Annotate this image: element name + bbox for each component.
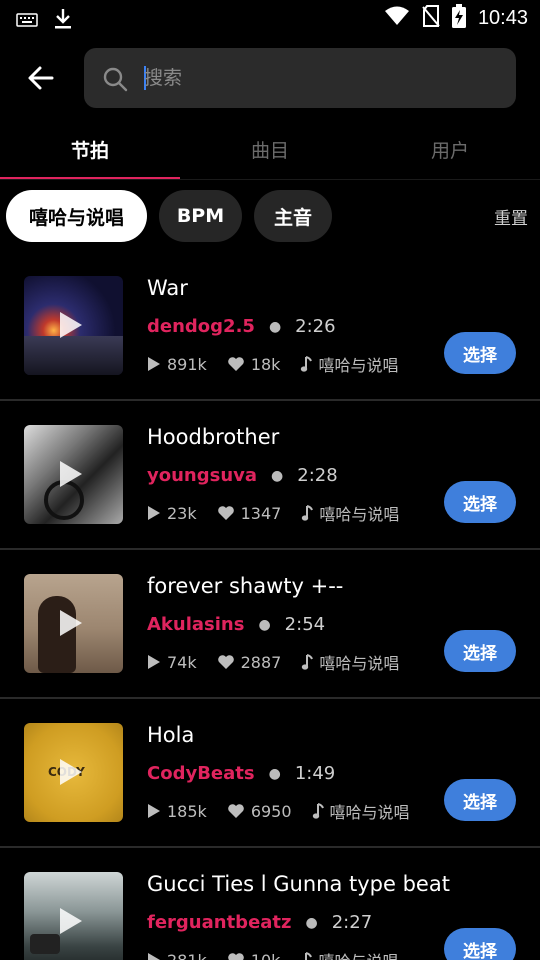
beat-title: Hola xyxy=(147,723,195,747)
play-count: 281k xyxy=(167,950,207,960)
duration: 2:26 xyxy=(295,316,336,337)
search-header xyxy=(0,36,540,124)
like-count: 10k xyxy=(250,950,281,960)
chip-key[interactable]: 主音 xyxy=(254,190,332,242)
music-note-icon xyxy=(301,356,313,372)
artist-link[interactable]: dendog2.5 xyxy=(147,316,255,337)
play-count: 185k xyxy=(167,801,207,821)
play-count-icon xyxy=(148,804,160,818)
artist-link[interactable]: Akulasins xyxy=(147,614,244,635)
like-count: 18k xyxy=(250,354,281,374)
artist-link[interactable]: ferguantbeatz xyxy=(147,912,292,933)
duration: 2:28 xyxy=(297,465,338,486)
heart-icon xyxy=(217,655,234,669)
download-icon xyxy=(54,8,72,34)
tab-beats[interactable]: 节拍 xyxy=(0,136,180,163)
like-count: 2887 xyxy=(240,652,282,672)
cover-image xyxy=(24,276,123,375)
genre-label: 嘻哈与说唱 xyxy=(329,803,410,822)
select-button[interactable]: 选择 xyxy=(444,928,516,960)
play-count-icon xyxy=(148,953,160,960)
battery-charging-icon xyxy=(451,4,466,32)
heart-icon xyxy=(228,804,244,818)
cover-image xyxy=(24,872,123,960)
cover-image: CODY xyxy=(24,723,123,822)
play-icon xyxy=(60,908,82,934)
cover-image xyxy=(24,574,123,673)
cover-image xyxy=(24,425,123,524)
chip-genre[interactable]: 嘻哈与说唱 xyxy=(6,190,147,242)
artist-link[interactable]: CodyBeats xyxy=(147,763,255,784)
arrow-left-icon xyxy=(28,66,54,90)
select-button[interactable]: 选择 xyxy=(444,630,516,672)
tab-indicator xyxy=(0,177,180,179)
reset-button[interactable]: 重置 xyxy=(494,204,528,229)
separator-dot: ● xyxy=(268,318,282,335)
tab-users[interactable]: 用户 xyxy=(360,136,540,163)
play-icon xyxy=(60,610,82,636)
genre-label: 嘻哈与说唱 xyxy=(319,505,400,524)
search-box[interactable] xyxy=(84,48,516,108)
play-count: 23k xyxy=(167,503,197,523)
separator-dot: ● xyxy=(271,467,284,484)
like-count: 6950 xyxy=(250,801,292,821)
separator-dot: ● xyxy=(268,765,281,782)
play-icon xyxy=(60,759,82,785)
play-count-icon xyxy=(148,357,160,371)
filter-bar: 嘻哈与说唱 BPM 主音 重置 xyxy=(0,190,540,242)
select-button[interactable]: 选择 xyxy=(444,481,516,523)
tab-tracks[interactable]: 曲目 xyxy=(180,136,360,163)
play-icon xyxy=(60,461,82,487)
back-button[interactable] xyxy=(24,60,60,96)
separator-dot: ● xyxy=(305,914,318,931)
heart-icon xyxy=(217,506,234,520)
genre-label: 嘻哈与说唱 xyxy=(318,948,398,960)
keyboard-icon xyxy=(16,12,38,31)
wifi-icon xyxy=(384,6,410,30)
list-item[interactable]: forever shawty +-- Akulasins ● 2:54 74k … xyxy=(0,550,540,699)
music-note-icon xyxy=(305,952,313,960)
beat-title: War xyxy=(147,276,188,300)
play-count: 74k xyxy=(167,652,197,672)
beat-title: Hoodbrother xyxy=(147,425,280,449)
beat-title: Gucci Ties l Gunna type beat xyxy=(147,872,450,896)
no-sim-icon xyxy=(422,5,440,31)
status-bar: 10:43 xyxy=(0,0,540,36)
play-count-icon xyxy=(148,655,160,669)
list-item[interactable]: War dendog2.5 ● 2:26 891k 18k 嘻哈与说唱 选择 xyxy=(0,252,540,401)
duration: 1:49 xyxy=(294,763,336,784)
genre-label: 嘻哈与说唱 xyxy=(319,654,400,673)
artist-link[interactable]: youngsuva xyxy=(147,465,257,486)
duration: 2:54 xyxy=(284,614,326,635)
genre-label: 嘻哈与说唱 xyxy=(318,356,399,375)
search-input[interactable] xyxy=(144,48,504,108)
music-note-icon xyxy=(312,803,324,819)
like-count: 1347 xyxy=(240,503,282,523)
separator-dot: ● xyxy=(258,616,271,633)
beat-title: forever shawty +-- xyxy=(147,574,344,598)
list-item[interactable]: CODY Hola CodyBeats ● 1:49 185k 6950 嘻哈与… xyxy=(0,699,540,848)
heart-icon xyxy=(228,953,244,960)
select-button[interactable]: 选择 xyxy=(444,332,516,374)
heart-icon xyxy=(228,357,244,371)
select-button[interactable]: 选择 xyxy=(444,779,516,821)
play-icon xyxy=(60,312,82,338)
list-item[interactable]: Gucci Ties l Gunna type beat ferguantbea… xyxy=(0,848,540,960)
status-time: 10:43 xyxy=(477,6,528,29)
tab-bar: 节拍 曲目 用户 xyxy=(0,124,540,180)
music-note-icon xyxy=(302,654,314,670)
music-note-icon xyxy=(302,505,314,521)
chip-bpm[interactable]: BPM xyxy=(159,190,242,242)
play-count-icon xyxy=(148,506,160,520)
duration: 2:27 xyxy=(331,912,373,933)
list-item[interactable]: Hoodbrother youngsuva ● 2:28 23k 1347 嘻哈… xyxy=(0,401,540,550)
play-count: 891k xyxy=(167,354,207,374)
search-icon xyxy=(103,67,128,92)
